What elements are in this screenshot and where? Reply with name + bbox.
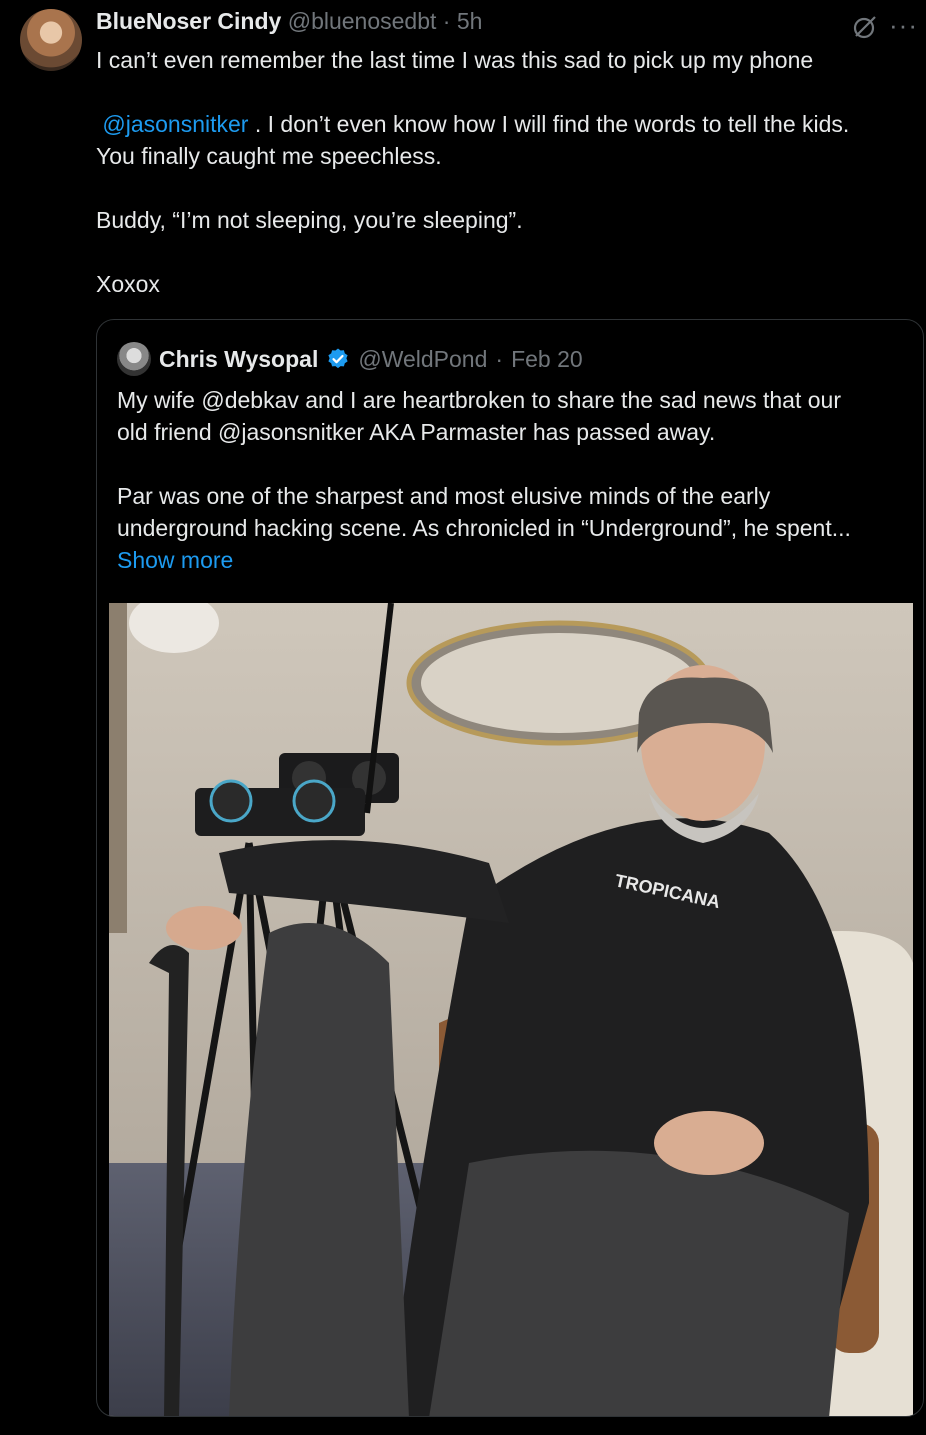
- header-separator: ·: [442, 8, 451, 34]
- quoted-line: underground hacking scene. As chronicled…: [117, 515, 851, 541]
- tweet-line: Xoxox: [96, 271, 160, 297]
- tweet-photo[interactable]: TROPICANA: [109, 603, 913, 1416]
- quoted-line: My wife @debkav and I are heartbroken to…: [117, 387, 841, 413]
- hand-on-knee: [654, 1111, 764, 1175]
- door-frame: [109, 603, 127, 933]
- grok-icon[interactable]: [852, 14, 878, 40]
- photo-illustration: TROPICANA: [109, 603, 913, 1416]
- author-handle[interactable]: @bluenosedbt: [288, 8, 437, 34]
- tweet-body: I can’t even remember the last time I wa…: [96, 44, 916, 300]
- tweet-blank-line: [96, 76, 916, 108]
- verified-badge-icon: [328, 348, 348, 369]
- tweet-line: Buddy, “I’m not sleeping, you’re sleepin…: [96, 207, 523, 233]
- quoted-date[interactable]: Feb 20: [511, 346, 583, 373]
- hand-on-cane: [166, 906, 242, 950]
- quoted-author-handle[interactable]: @WeldPond: [358, 346, 487, 373]
- tweet-line: You finally caught me speechless.: [96, 143, 442, 169]
- tweet-line: I can’t even remember the last time I wa…: [96, 47, 814, 73]
- quoted-header: Chris Wysopal @WeldPond · Feb 20: [117, 342, 583, 376]
- tweet-time[interactable]: 5h: [457, 8, 483, 34]
- tweet-line: @jasonsnitker . I don’t even know how I …: [96, 108, 916, 140]
- author-name[interactable]: BlueNoser Cindy: [96, 8, 281, 34]
- show-more-link[interactable]: Show more: [117, 547, 233, 573]
- quoted-line: Par was one of the sharpest and most elu…: [117, 483, 771, 509]
- quoted-tweet[interactable]: Chris Wysopal @WeldPond · Feb 20 My wife…: [96, 319, 924, 1417]
- tweet-header: BlueNoser Cindy @bluenosedbt · 5h: [96, 8, 926, 40]
- quoted-author-name[interactable]: Chris Wysopal: [159, 346, 318, 373]
- quoted-author-avatar[interactable]: [117, 342, 151, 376]
- tweet-blank-line: [96, 236, 916, 268]
- quoted-blank-line: [117, 448, 913, 480]
- quoted-body: My wife @debkav and I are heartbroken to…: [117, 384, 913, 576]
- tweet-line-rest: . I don’t even know how I will find the …: [254, 111, 850, 137]
- mention-link[interactable]: @jasonsnitker: [102, 111, 248, 137]
- quoted-separator: ·: [495, 345, 504, 372]
- author-avatar[interactable]: [20, 9, 82, 71]
- tweet-blank-line: [96, 172, 916, 204]
- pants-legs: [429, 1150, 849, 1416]
- more-options-icon[interactable]: ···: [889, 10, 918, 41]
- quoted-line: old friend @jasonsnitker AKA Parmaster h…: [117, 419, 716, 445]
